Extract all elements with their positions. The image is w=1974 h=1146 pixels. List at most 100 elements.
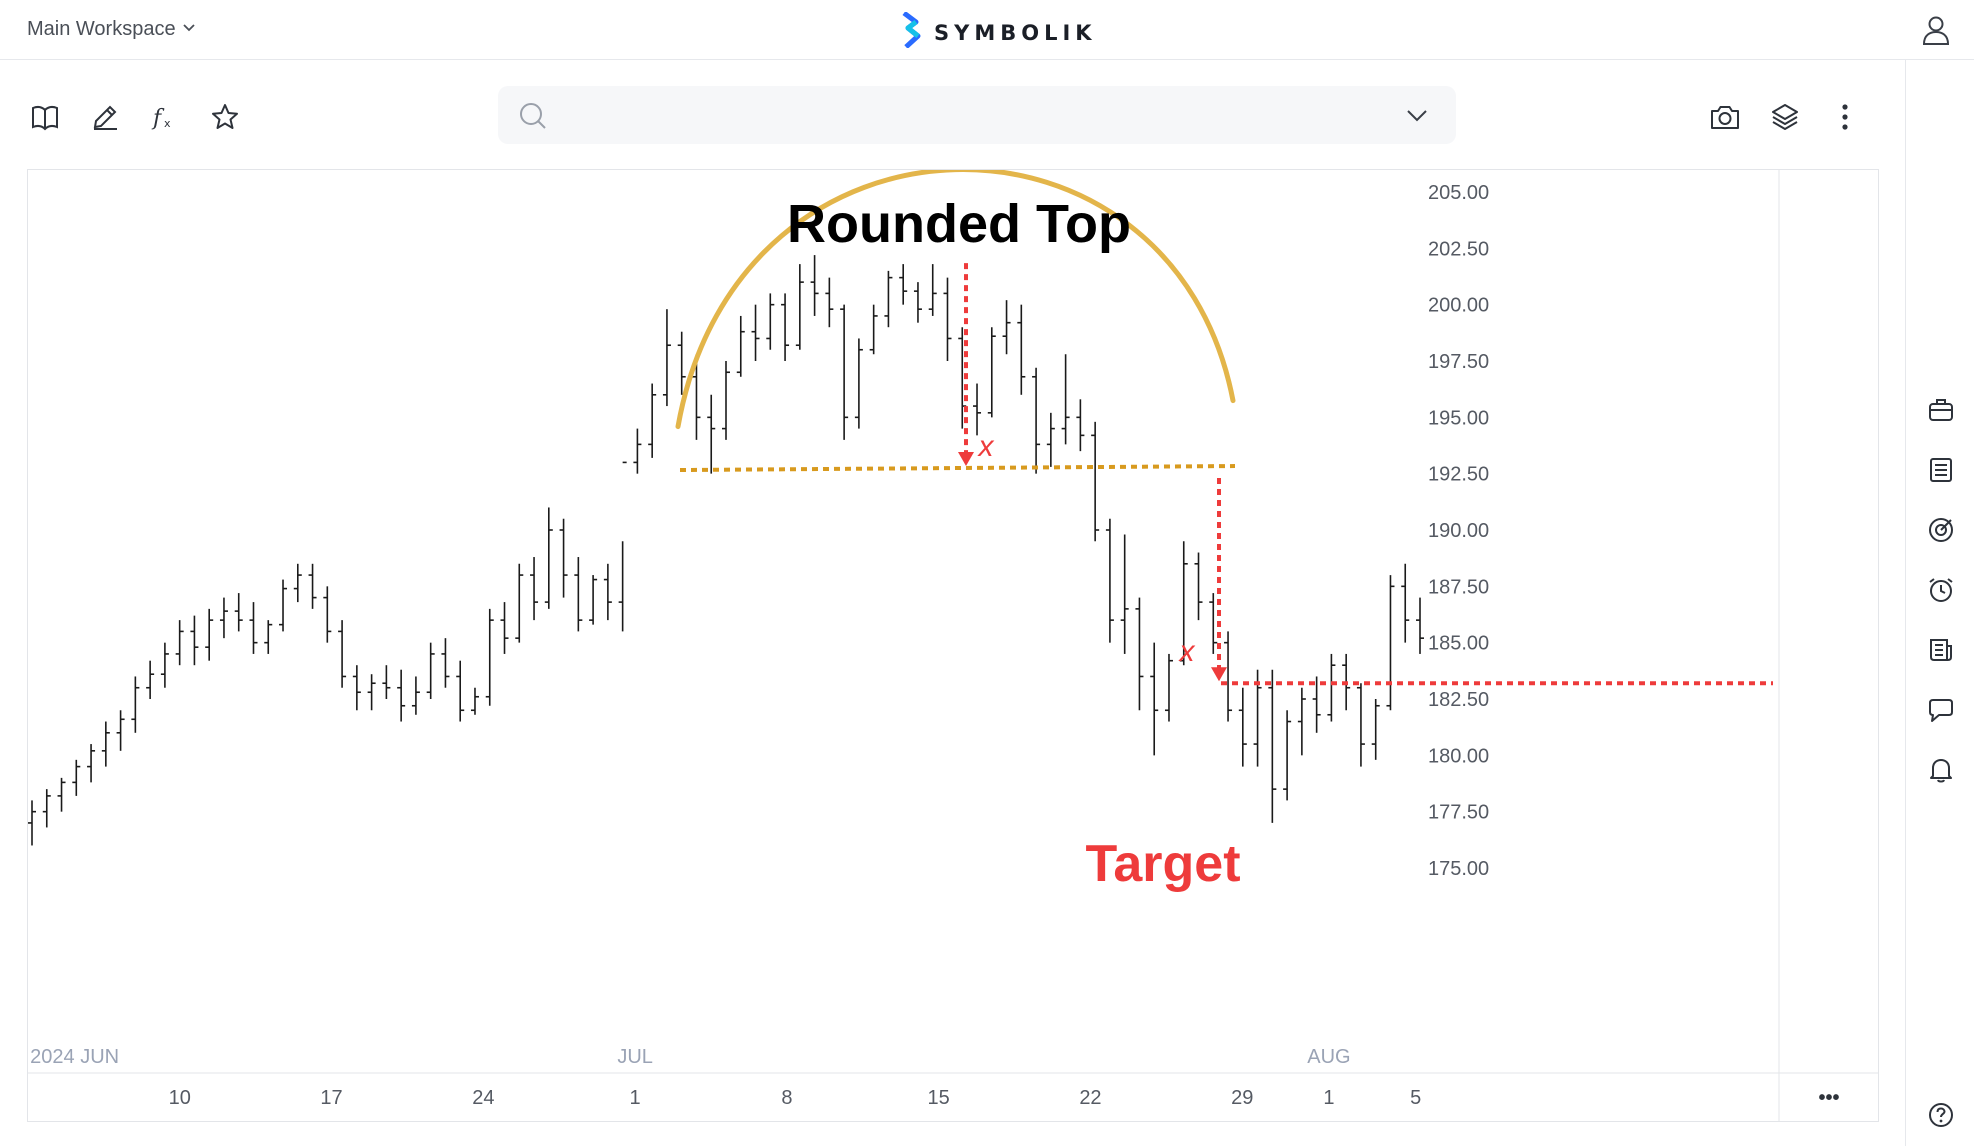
ohlc-bar: [928, 264, 937, 316]
ohlc-bar: [574, 557, 583, 632]
price-tick-label: 202.50: [1428, 238, 1489, 260]
chevron-down-icon[interactable]: [1405, 105, 1429, 130]
ohlc-bar: [1327, 653, 1336, 722]
price-tick-label: 195.00: [1428, 407, 1489, 429]
ohlc-bar: [677, 331, 686, 395]
ohlc-bar: [1120, 534, 1129, 654]
ohlc-bar: [456, 660, 465, 722]
alarm-icon[interactable]: [1926, 575, 1956, 605]
camera-icon[interactable]: [1708, 100, 1742, 134]
news-icon[interactable]: [1926, 635, 1956, 665]
ohlc-bar: [662, 309, 671, 407]
time-axis[interactable]: 10 17 24 1 8 15 22 29 1 52024 JUN JUL AUG: [30, 1046, 1421, 1109]
briefcase-icon[interactable]: [1926, 395, 1956, 425]
month-label: AUG: [1307, 1046, 1350, 1068]
arrow-head-top: [958, 452, 974, 467]
ohlc-bar: [530, 557, 539, 621]
axis-settings-button[interactable]: •••: [1818, 1087, 1839, 1109]
ohlc-bar: [485, 608, 494, 706]
distance-label-top: x: [977, 430, 995, 463]
ohlc-bar: [470, 687, 479, 715]
ohlc-bar: [707, 394, 716, 474]
ohlc-bar: [1209, 593, 1218, 654]
pencil-icon[interactable]: [88, 100, 122, 134]
search-icon: [518, 101, 548, 136]
ohlc-bar: [1046, 412, 1055, 467]
ohlc-bar: [205, 608, 214, 661]
ohlc-bar: [618, 461, 627, 632]
price-tick-label: 175.00: [1428, 858, 1489, 880]
help-icon[interactable]: [1926, 1100, 1956, 1130]
svg-text:f: f: [151, 106, 165, 131]
ohlc-bar: [943, 277, 952, 361]
ohlc-bar: [1371, 699, 1380, 760]
ohlc-bar: [1283, 710, 1292, 801]
chevron-down-icon: [182, 18, 196, 41]
ohlc-bar: [987, 327, 996, 418]
search-input[interactable]: [558, 98, 1382, 134]
price-axis[interactable]: 205.00 202.50 200.00 197.50 195.00 192.50 190.…: [1428, 182, 1489, 880]
ohlc-bar: [1386, 575, 1395, 711]
ohlc-bar: [1017, 304, 1026, 395]
target-icon[interactable]: [1926, 515, 1956, 545]
target-label: Target: [1085, 835, 1240, 893]
ohlc-bar: [1164, 653, 1173, 722]
ohlc-bar: [633, 428, 642, 474]
ohlc-bar: [264, 620, 273, 654]
ohlc-bar: [751, 304, 760, 361]
star-icon[interactable]: [208, 100, 242, 134]
ohlc-bar: [352, 665, 361, 711]
ohlc-bar: [544, 507, 553, 609]
symbol-search[interactable]: [498, 86, 1456, 144]
arrow-head-bottom: [1211, 667, 1227, 682]
list-icon[interactable]: [1926, 455, 1956, 485]
ohlc-bar: [1076, 399, 1085, 452]
ohlc-bar: [308, 563, 317, 609]
price-tick-label: 205.00: [1428, 182, 1489, 204]
chat-icon[interactable]: [1926, 695, 1956, 725]
ohlc-bar: [42, 789, 51, 828]
function-icon[interactable]: fx: [148, 100, 182, 134]
month-label: JUL: [617, 1046, 653, 1068]
ohlc-bar: [869, 304, 878, 355]
ohlc-bar: [72, 759, 81, 796]
workspace-label: Main Workspace: [27, 18, 176, 40]
ohlc-bar: [190, 615, 199, 666]
layers-icon[interactable]: [1768, 100, 1802, 134]
bell-icon[interactable]: [1926, 755, 1956, 785]
date-tick-label: 17: [320, 1087, 342, 1109]
date-tick-label: 1: [630, 1087, 641, 1109]
svg-text:x: x: [164, 117, 171, 130]
ohlc-bar: [559, 518, 568, 598]
ohlc-bar: [441, 638, 450, 688]
ohlc-bar: [411, 676, 420, 715]
ohlc-bar: [899, 264, 908, 305]
ohlc-bar: [736, 315, 745, 377]
ohlc-bar: [131, 676, 140, 733]
book-icon[interactable]: [28, 100, 62, 134]
user-icon[interactable]: [1920, 14, 1952, 51]
distance-label-bottom: x: [1178, 635, 1196, 668]
ohlc-bar: [234, 593, 243, 632]
ohlc-bar: [175, 620, 184, 666]
workspace-selector[interactable]: Main Workspace: [27, 18, 196, 41]
ohlc-bar: [1416, 597, 1424, 654]
ohlc-bar: [249, 602, 258, 654]
price-tick-label: 190.00: [1428, 520, 1489, 542]
chart-panel[interactable]: 205.00 202.50 200.00 197.50 195.00 192.50 190.…: [27, 169, 1879, 1122]
ohlc-bar: [603, 563, 612, 621]
ohlc-bar: [1297, 687, 1306, 756]
price-chart[interactable]: 205.00 202.50 200.00 197.50 195.00 192.50 190.…: [28, 170, 1878, 1121]
ohlc-bar: [1105, 518, 1114, 643]
date-tick-label: 24: [472, 1087, 494, 1109]
price-tick-label: 192.50: [1428, 464, 1489, 486]
ohlc-bar: [101, 721, 110, 767]
price-tick-label: 187.50: [1428, 576, 1489, 598]
ohlc-bar: [1238, 687, 1247, 767]
ohlc-bar: [825, 277, 834, 328]
date-tick-label: 5: [1410, 1087, 1421, 1109]
ohlc-bar: [913, 282, 922, 323]
ohlc-bar: [1061, 354, 1070, 445]
ohlc-bar: [293, 563, 302, 603]
more-vertical-icon[interactable]: [1828, 100, 1862, 134]
